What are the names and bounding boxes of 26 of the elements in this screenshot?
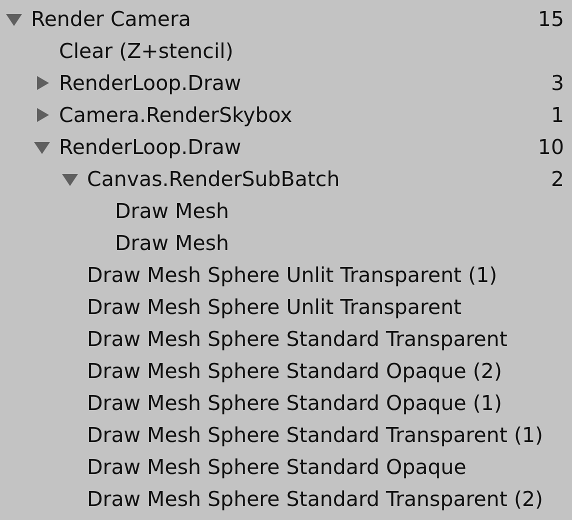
item-count: 15 xyxy=(538,7,564,31)
tree-item-label[interactable]: Draw Mesh Sphere Standard Opaque xyxy=(87,455,466,479)
tree-item-label[interactable]: Canvas.RenderSubBatch xyxy=(87,167,340,191)
tree-item-label[interactable]: Draw Mesh Sphere Standard Opaque (2) xyxy=(87,359,502,383)
item-count: 3 xyxy=(550,71,564,95)
tree-item-label[interactable]: Draw Mesh Sphere Standard Opaque (1) xyxy=(87,391,502,415)
tree-item-label[interactable]: Render Camera xyxy=(31,7,191,31)
tree-item-label[interactable]: Draw Mesh Sphere Standard Transparent xyxy=(87,327,508,351)
expand-arrow-icon[interactable] xyxy=(34,107,50,123)
item-count: 1 xyxy=(550,103,564,127)
tree-item-label[interactable]: RenderLoop.Draw xyxy=(59,135,242,159)
tree-item-label[interactable]: Draw Mesh xyxy=(115,199,230,223)
tree-item-label[interactable]: Clear (Z+stencil) xyxy=(59,39,234,63)
tree-item-label[interactable]: Draw Mesh Sphere Standard Transparent (2) xyxy=(87,487,543,511)
item-count: 2 xyxy=(550,167,564,191)
tree-item-label[interactable]: Camera.RenderSkybox xyxy=(59,103,292,127)
expand-arrow-icon[interactable] xyxy=(6,11,22,27)
tree-item-label[interactable]: Draw Mesh Sphere Unlit Transparent (1) xyxy=(87,263,498,287)
tree-item-label[interactable]: Draw Mesh xyxy=(115,231,230,255)
tree-item-label[interactable]: Draw Mesh Sphere Unlit Transparent xyxy=(87,295,462,319)
expand-arrow-icon[interactable] xyxy=(34,75,50,91)
expand-arrow-icon[interactable] xyxy=(34,139,50,155)
item-count: 10 xyxy=(538,135,564,159)
expand-arrow-icon[interactable] xyxy=(62,171,78,187)
tree-item-label[interactable]: Draw Mesh Sphere Standard Transparent (1) xyxy=(87,423,543,447)
tree-item-label[interactable]: RenderLoop.Draw xyxy=(59,71,242,95)
